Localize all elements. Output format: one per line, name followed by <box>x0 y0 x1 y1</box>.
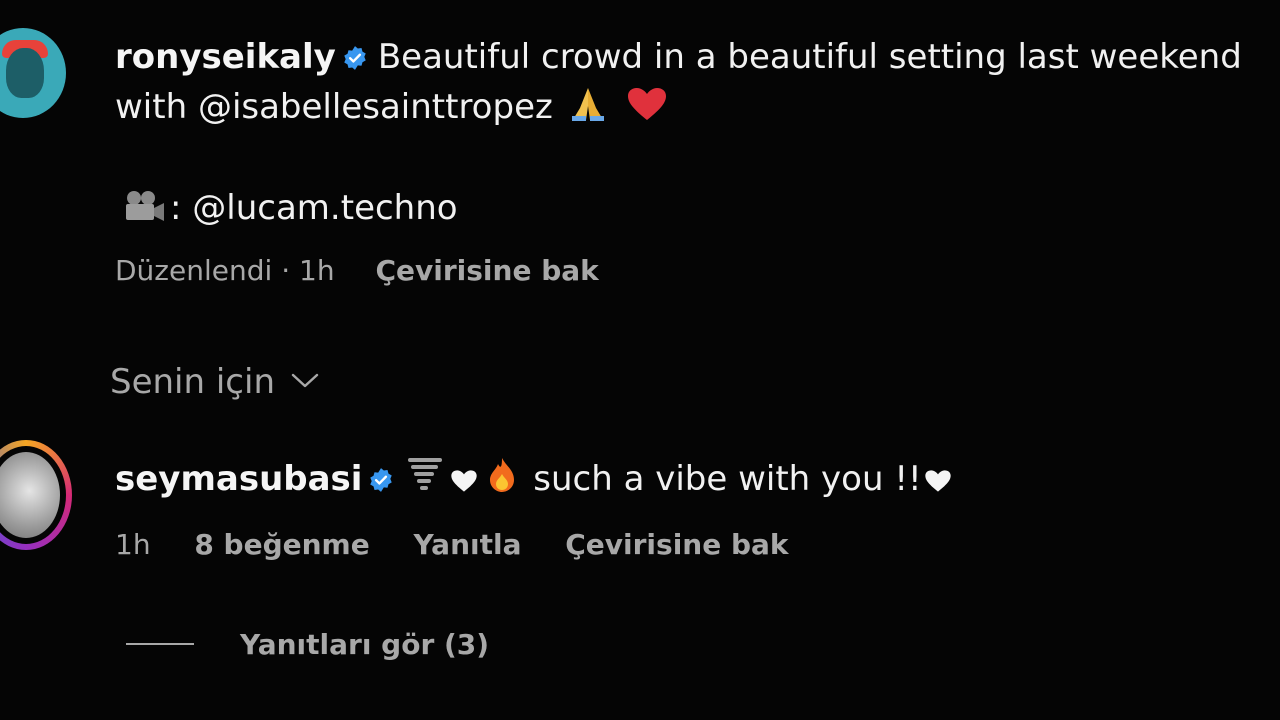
post-meta-row: Düzenlendi · 1h Çevirisine bak <box>115 254 599 287</box>
commenter-avatar[interactable] <box>0 440 72 550</box>
white-heart-icon <box>924 470 951 492</box>
comment-see-translation-button[interactable]: Çevirisine bak <box>565 528 788 561</box>
meta-separator: · <box>281 254 291 287</box>
comment-likes-button[interactable]: 8 beğenme <box>194 528 369 561</box>
reply-button[interactable]: Yanıtla <box>413 528 521 561</box>
caption-line2: with @isabellesainttropez <box>115 82 672 132</box>
credit-prefix: : <box>170 188 182 228</box>
white-heart-icon <box>451 470 478 492</box>
edited-label: Düzenlendi <box>115 254 273 287</box>
comments-panel: ronyseikaly Beautiful crowd in a beautif… <box>0 0 1280 720</box>
view-replies-button[interactable]: Yanıtları gör (3) <box>126 628 489 661</box>
chevron-down-icon <box>291 373 319 388</box>
tornado-icon <box>408 458 443 490</box>
sort-label: Senin için <box>110 362 275 402</box>
red-heart-icon <box>628 88 667 120</box>
owner-username[interactable]: ronyseikaly <box>115 37 336 77</box>
comment-body: seymasubasi such a vibe with you !! <box>115 456 956 502</box>
caption-text-line2[interactable]: with @isabellesainttropez <box>115 87 553 127</box>
caption-text-line1: Beautiful crowd in a beautiful setting l… <box>377 37 1242 77</box>
folded-hands-icon <box>571 88 604 121</box>
film-camera-icon <box>126 191 164 221</box>
credit-handle[interactable]: @lucam.techno <box>192 188 457 228</box>
video-credit: : @lucam.techno <box>118 186 458 230</box>
see-translation-button[interactable]: Çevirisine bak <box>375 254 598 287</box>
post-time: 1h <box>299 254 335 287</box>
view-replies-label: Yanıtları gör (3) <box>240 628 490 661</box>
comment-meta-row: 1h 8 beğenme Yanıtla Çevirisine bak <box>115 528 789 561</box>
comment-time: 1h <box>115 528 151 561</box>
comment-text: such a vibe with you !! <box>533 459 922 499</box>
comment-sort-dropdown[interactable]: Senin için <box>110 362 319 402</box>
verified-badge-icon <box>370 468 393 492</box>
post-caption: ronyseikaly Beautiful crowd in a beautif… <box>115 32 1275 82</box>
commenter-username[interactable]: seymasubasi <box>115 459 362 499</box>
fire-icon <box>490 458 515 492</box>
owner-avatar[interactable] <box>0 28 66 118</box>
verified-badge-icon <box>344 46 366 70</box>
replies-divider <box>126 643 194 645</box>
